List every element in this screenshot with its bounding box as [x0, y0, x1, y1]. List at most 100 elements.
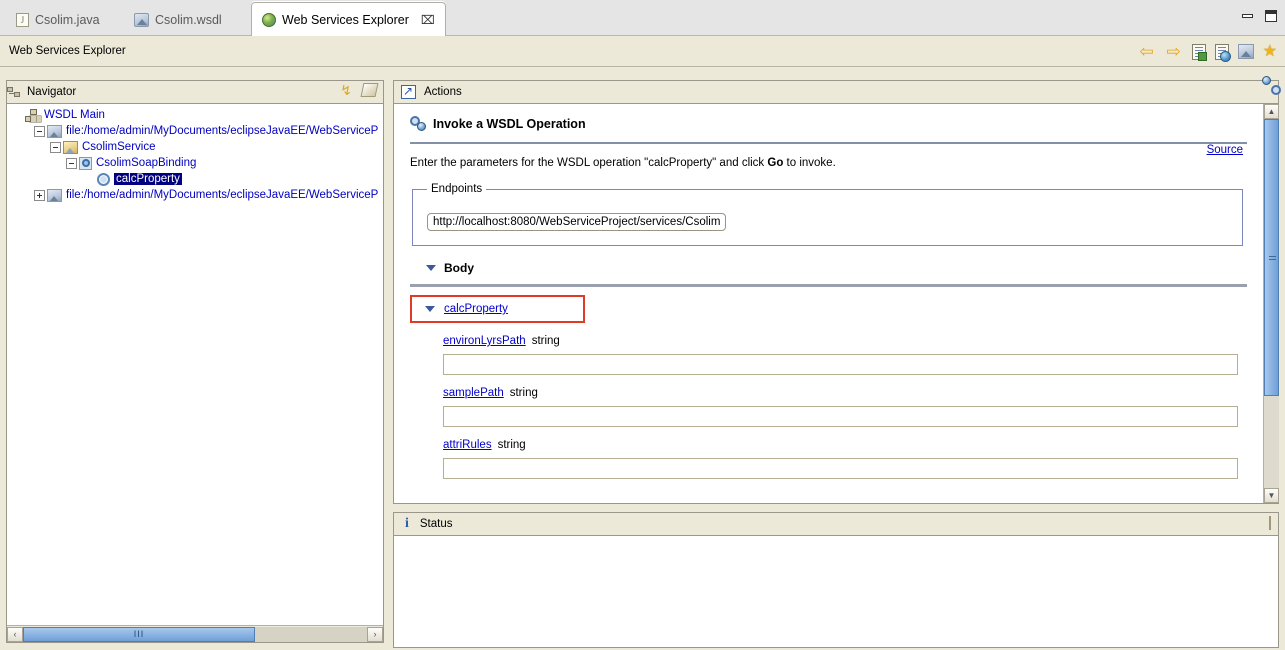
tree-item-csolim-soap-binding[interactable]: CsolimSoapBinding — [7, 155, 383, 171]
tab-label: Csolim.wsdl — [155, 12, 222, 27]
instruction-bold: Go — [767, 157, 784, 169]
collapse-toggle-icon[interactable] — [34, 125, 45, 137]
horizontal-splitter[interactable] — [393, 504, 1279, 512]
chevron-down-icon[interactable] — [425, 306, 435, 312]
expand-toggle-icon[interactable] — [34, 189, 45, 201]
divider — [410, 284, 1247, 287]
clear-eraser-icon[interactable] — [360, 83, 379, 97]
tree-item-label: CsolimService — [82, 141, 156, 153]
vertical-splitter[interactable] — [384, 80, 393, 648]
parameter-input-environ-lyrs-path[interactable] — [443, 354, 1238, 375]
instruction-text: Enter the parameters for the WSDL operat… — [410, 157, 1247, 169]
navigator-tree[interactable]: WSDL Main file:/home/admin/MyDocuments/e… — [7, 104, 383, 624]
source-link[interactable]: Source — [1207, 144, 1243, 156]
status-header: i Status — [394, 513, 1278, 536]
parameter-sample-path: samplePath string — [410, 387, 1247, 427]
scroll-up-button[interactable]: ▲ — [1264, 104, 1279, 119]
tree-item-wsdl-main[interactable]: WSDL Main — [7, 107, 383, 123]
actions-view-icon — [401, 84, 416, 99]
explorer-title: Web Services Explorer — [9, 45, 126, 57]
scroll-left-button[interactable]: ‹ — [7, 626, 23, 642]
refresh-icon[interactable]: ↯ — [340, 83, 352, 97]
scroll-right-button[interactable]: › — [367, 626, 383, 642]
tree-item-label: calcProperty — [114, 173, 182, 185]
wsdl-page-icon[interactable] — [1191, 43, 1207, 61]
actions-panel: Actions Invoke a WSDL Operation Source E… — [393, 76, 1281, 504]
info-icon: i — [405, 516, 409, 531]
editor-tab-bar: J Csolim.java Csolim.wsdl Web Services E… — [0, 0, 1285, 36]
parameter-environ-lyrs-path: environLyrsPath string — [410, 335, 1247, 375]
wsdl-file-icon — [47, 124, 62, 138]
parameter-label: environLyrsPath string — [443, 335, 1247, 347]
tree-item-wsdl-file-2[interactable]: file:/home/admin/MyDocuments/eclipseJava… — [7, 187, 383, 203]
collapse-toggle-icon[interactable] — [66, 157, 77, 169]
favorites-star-icon[interactable]: ★ — [1263, 43, 1277, 60]
tree-item-calc-property[interactable]: calcProperty — [7, 171, 383, 187]
explorer-toolbar-icons: ⇦ ⇨ ★ — [1138, 36, 1277, 67]
parameter-input-sample-path[interactable] — [443, 406, 1238, 427]
forward-arrow-icon[interactable]: ⇨ — [1165, 43, 1183, 60]
navigator-header-icons: ↯ — [340, 83, 379, 97]
tab-label: Web Services Explorer — [282, 12, 409, 27]
scroll-thumb[interactable]: III — [23, 626, 255, 642]
scroll-track[interactable]: III — [23, 626, 367, 642]
divider — [410, 142, 1247, 144]
actions-content: Invoke a WSDL Operation Source Enter the… — [394, 104, 1263, 503]
collapse-toggle-icon[interactable] — [50, 141, 61, 153]
tree-item-csolim-service[interactable]: CsolimService — [7, 139, 383, 155]
operation-gear-icon — [97, 172, 110, 186]
status-panel: i Status — [393, 512, 1279, 648]
instruction-prefix: Enter the parameters for the WSDL operat… — [410, 157, 768, 169]
maximize-icon[interactable] — [1265, 10, 1277, 22]
parameter-name[interactable]: environLyrsPath — [443, 335, 526, 347]
tab-label: Csolim.java — [35, 12, 100, 27]
scroll-thumb[interactable] — [1264, 119, 1279, 396]
parameter-type: string — [509, 387, 538, 399]
tree-item-label: CsolimSoapBinding — [96, 157, 197, 169]
close-icon[interactable]: ⌧ — [421, 13, 435, 27]
endpoints-legend: Endpoints — [431, 183, 483, 195]
status-content — [394, 536, 1278, 647]
operation-title: Invoke a WSDL Operation — [433, 116, 586, 131]
tree-item-label: file:/home/admin/MyDocuments/eclipseJava… — [66, 125, 379, 137]
globe-icon — [262, 12, 276, 27]
tab-csolim-wsdl[interactable]: Csolim.wsdl — [124, 3, 232, 36]
body-section-label: Body — [444, 261, 474, 275]
actions-header: Actions — [394, 76, 1281, 104]
parameter-attri-rules: attriRules string — [410, 439, 1247, 479]
scroll-track[interactable] — [1264, 119, 1279, 488]
wsil-page-icon[interactable] — [1237, 44, 1254, 59]
clear-eraser-icon[interactable] — [1269, 516, 1271, 530]
body-section-header[interactable]: Body — [410, 261, 1247, 275]
endpoints-fieldset: Endpoints http://localhost:8080/WebServi… — [412, 183, 1243, 246]
actions-title: Actions — [424, 86, 462, 98]
service-icon — [63, 140, 78, 154]
parameter-label: attriRules string — [443, 439, 1247, 451]
parameter-name[interactable]: attriRules — [443, 439, 492, 451]
parameter-name[interactable]: samplePath — [443, 387, 504, 399]
operation-link-calc-property[interactable]: calcProperty — [444, 303, 508, 315]
parameter-label: samplePath string — [443, 387, 1247, 399]
minimize-icon[interactable] — [1242, 14, 1253, 18]
tab-web-services-explorer[interactable]: Web Services Explorer ⌧ — [251, 2, 446, 36]
scroll-down-button[interactable]: ▼ — [1264, 488, 1279, 503]
back-arrow-icon[interactable]: ⇦ — [1138, 43, 1156, 60]
parameter-type: string — [497, 439, 526, 451]
tree-item-wsdl-file-1[interactable]: file:/home/admin/MyDocuments/eclipseJava… — [7, 123, 383, 139]
parameter-type: string — [531, 335, 560, 347]
wsdl-file-icon — [47, 188, 62, 202]
navigator-horizontal-scrollbar[interactable]: ‹ III › — [7, 625, 383, 642]
tab-csolim-java[interactable]: J Csolim.java — [6, 3, 110, 36]
wsdl-operation-icon — [410, 116, 426, 131]
wsdl-main-icon — [25, 108, 40, 122]
tree-item-label: WSDL Main — [44, 109, 105, 121]
parameter-input-attri-rules[interactable] — [443, 458, 1238, 479]
uddi-page-icon[interactable] — [1214, 43, 1231, 62]
actions-vertical-scrollbar[interactable]: ▲ ▼ — [1263, 104, 1279, 503]
operation-highlight-box[interactable]: calcProperty — [410, 295, 585, 323]
binding-icon — [79, 156, 92, 170]
endpoint-value[interactable]: http://localhost:8080/WebServiceProject/… — [427, 213, 727, 231]
java-file-icon: J — [16, 12, 29, 27]
window-controls — [1242, 10, 1277, 22]
chevron-down-icon[interactable] — [426, 265, 436, 271]
